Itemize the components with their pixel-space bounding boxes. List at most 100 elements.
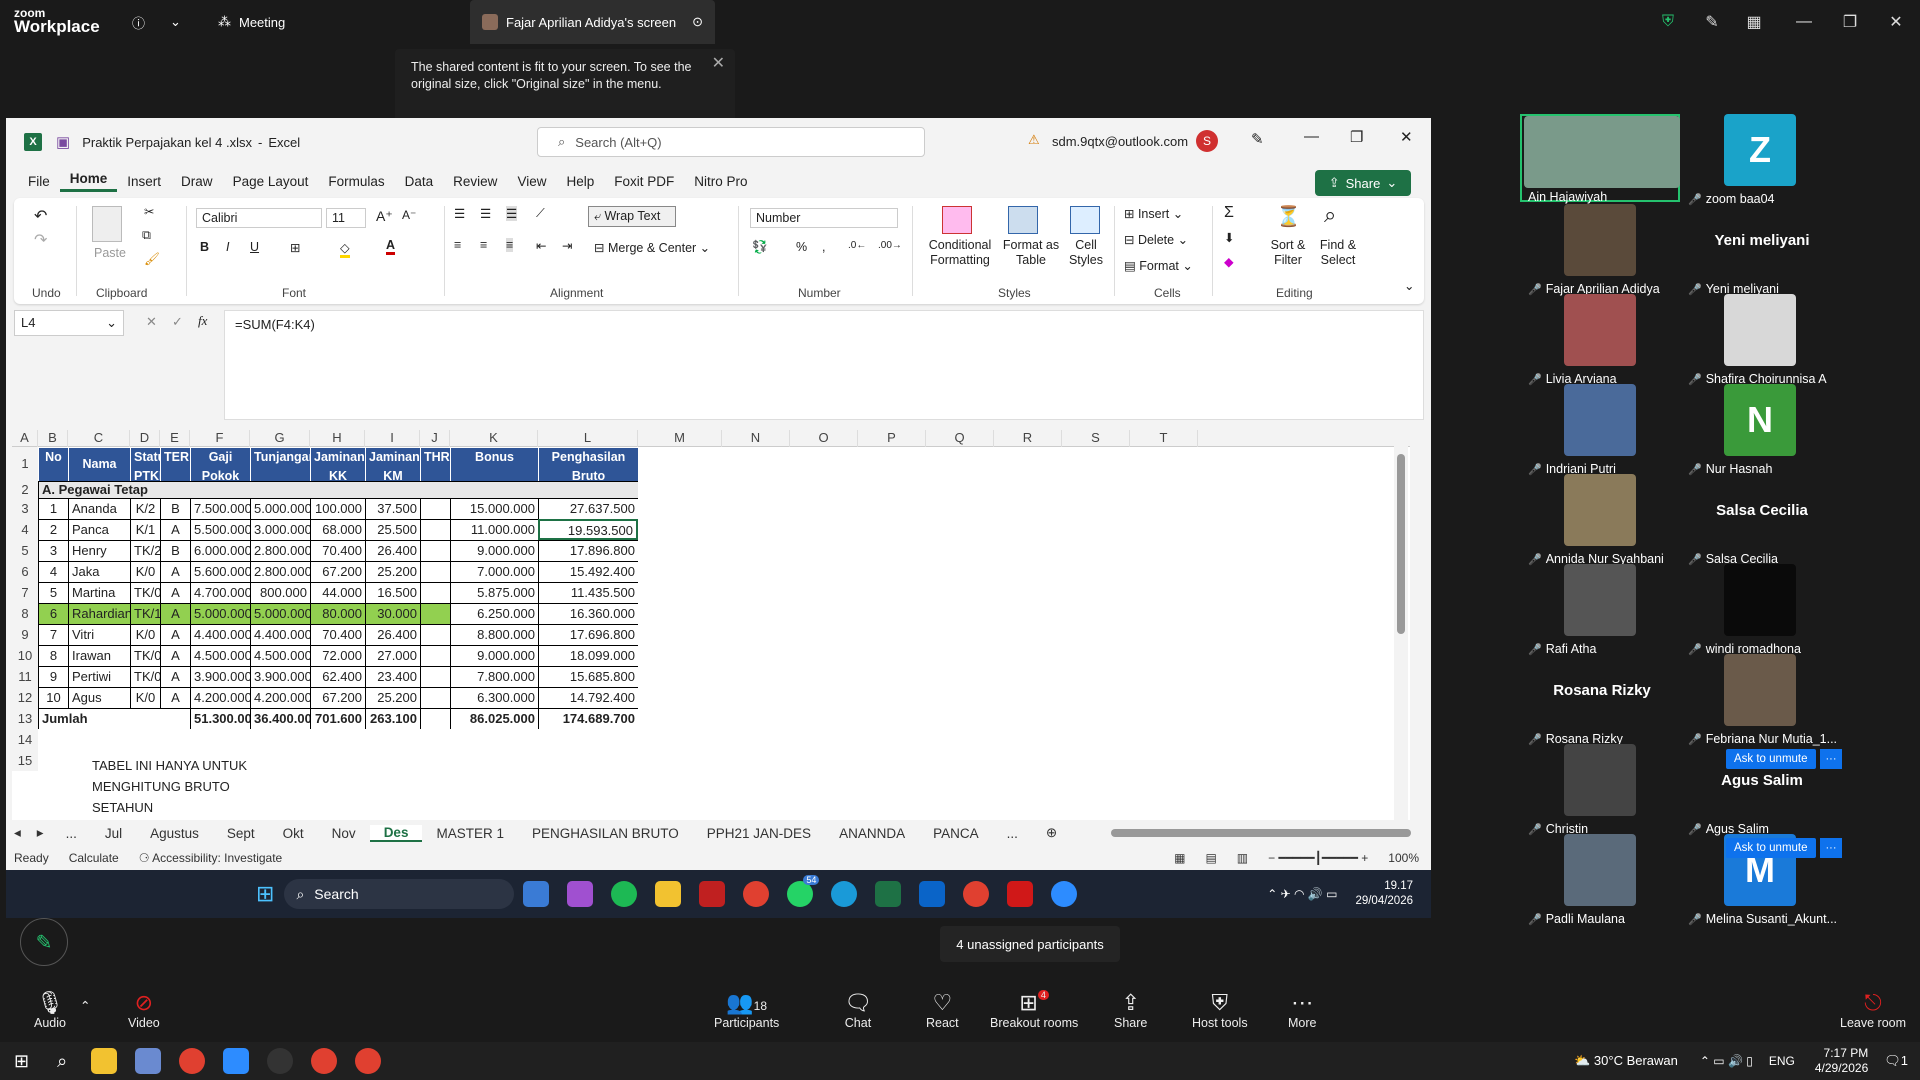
row-header[interactable]: 8 <box>12 603 38 624</box>
cell[interactable]: K/0 <box>130 561 160 582</box>
page-break-icon[interactable]: ▥ <box>1237 851 1248 865</box>
shield-icon[interactable]: ⛨ <box>1646 0 1690 44</box>
minimize-icon[interactable]: — <box>1304 128 1319 145</box>
row-header[interactable]: 2 <box>12 481 38 498</box>
insert-cells-button[interactable]: ⊞ Insert ⌄ <box>1124 206 1183 221</box>
cell[interactable]: Gaji Pokok <box>190 447 250 481</box>
cell[interactable]: 5.000.000 <box>250 603 310 624</box>
sheet-tab-anannda[interactable]: ANANNDA <box>825 826 919 841</box>
zoom-level[interactable]: 100% <box>1388 851 1419 865</box>
cell[interactable]: 7 <box>38 624 68 645</box>
layout-icon[interactable]: ▦ <box>1732 0 1776 44</box>
cell[interactable]: 86.025.000 <box>450 708 538 729</box>
maximize-icon[interactable]: ❐ <box>1828 0 1872 44</box>
cell[interactable]: 15.000.000 <box>450 498 538 519</box>
vertical-scrollbar[interactable] <box>1394 430 1408 820</box>
bold-icon[interactable]: B <box>200 240 209 254</box>
align-center-icon[interactable]: ≡ <box>480 238 487 252</box>
cell[interactable]: 4.700.000 <box>190 582 250 603</box>
host-tools-button[interactable]: ⛨ Host tools <box>1192 990 1248 1030</box>
row-header[interactable]: 13 <box>12 708 38 729</box>
clock[interactable]: 7:17 PM 4/29/2026 <box>1815 1046 1868 1076</box>
fill-color-icon[interactable]: ◇ <box>340 240 350 258</box>
column-header[interactable]: G <box>250 430 310 447</box>
cell[interactable]: 15.685.800 <box>538 666 638 687</box>
cell[interactable]: K/1 <box>130 519 160 540</box>
spreadsheet-grid[interactable]: ABCDEFGHIJKLMNOPQRST 1 2 3 4 5 6 7 8 9 10 11 12 13 14… <box>12 430 1410 820</box>
column-header[interactable]: B <box>38 430 68 447</box>
annotate-pen-icon[interactable]: ✎ <box>20 918 68 966</box>
react-button[interactable]: ♡ React <box>926 990 959 1030</box>
cell[interactable]: 16.500 <box>365 582 420 603</box>
cell[interactable]: 2.800.000 <box>250 540 310 561</box>
cell[interactable]: 25.500 <box>365 519 420 540</box>
cell[interactable]: 4.400.000 <box>190 624 250 645</box>
cell[interactable]: 174.689.700 <box>538 708 638 729</box>
sheet-tab-sept[interactable]: Sept <box>213 826 269 841</box>
cell[interactable]: 8 <box>38 645 68 666</box>
sheet-tab-panca[interactable]: PANCA <box>919 826 993 841</box>
decrease-decimal-icon[interactable]: .00→ <box>878 240 902 251</box>
chrome-icon-3[interactable] <box>355 1048 382 1074</box>
info-icon[interactable]: ⓘ <box>132 0 145 44</box>
format-table-button[interactable]: Format as Table <box>1000 238 1062 268</box>
cell[interactable]: Henry <box>68 540 130 561</box>
cell[interactable]: K/2 <box>130 498 160 519</box>
cell[interactable]: 7.000.000 <box>450 561 538 582</box>
participant-tile[interactable]: 🎤 Christin <box>1522 744 1682 836</box>
chevron-down-icon[interactable]: ⌄ <box>1386 175 1397 191</box>
cell[interactable]: 3.900.000 <box>250 666 310 687</box>
cell[interactable]: 10 <box>38 687 68 708</box>
cell[interactable]: 100.000 <box>310 498 365 519</box>
cell[interactable]: 17.696.800 <box>538 624 638 645</box>
cell[interactable]: Jaminan KM <box>365 447 420 481</box>
cell[interactable]: 1 <box>38 498 68 519</box>
cell[interactable]: Jaminan KK <box>310 447 365 481</box>
warning-icon[interactable]: ⚠ <box>1028 132 1040 148</box>
font-color-icon[interactable]: A <box>386 238 396 255</box>
align-top-icon[interactable]: ☰ <box>454 206 465 221</box>
paste-icon[interactable] <box>92 206 122 242</box>
cell[interactable]: TK/2 <box>130 540 160 561</box>
cell[interactable]: 25.200 <box>365 687 420 708</box>
column-header[interactable]: A <box>12 430 38 447</box>
conditional-formatting-icon[interactable] <box>942 206 972 234</box>
orientation-icon[interactable]: ⟋ <box>536 206 545 221</box>
participant-tile[interactable]: Ain Hajawiyah <box>1520 114 1680 204</box>
next-sheet-icon[interactable]: ▸ <box>29 825 52 841</box>
cell[interactable]: TER <box>160 447 190 481</box>
cell[interactable]: 6.250.000 <box>450 603 538 624</box>
tab-file[interactable]: File <box>18 174 60 189</box>
cell[interactable] <box>420 624 450 645</box>
whatsapp-icon[interactable]: 54 <box>787 875 820 907</box>
restore-icon[interactable]: ❐ <box>1350 128 1363 146</box>
cell[interactable]: Status PTKP <box>130 447 160 481</box>
cell[interactable]: 8.800.000 <box>450 624 538 645</box>
cell[interactable]: TK/0 <box>130 645 160 666</box>
cell[interactable]: 72.000 <box>310 645 365 666</box>
sheet-tab-nov[interactable]: Nov <box>318 826 370 841</box>
participants-button[interactable]: 👥18 Participants <box>714 990 779 1030</box>
paste-label[interactable]: Paste <box>94 246 126 260</box>
borders-icon[interactable]: ⊞ <box>290 240 300 255</box>
leave-room-button[interactable]: ⎋ Leave room <box>1840 990 1906 1030</box>
cell[interactable]: 30.000 <box>365 603 420 624</box>
cell[interactable]: 9.000.000 <box>450 540 538 561</box>
cell[interactable]: Bonus <box>450 447 538 481</box>
align-middle-icon[interactable]: ☰ <box>480 206 491 221</box>
weather-widget[interactable]: ⛅ 30°C Berawan <box>1574 1053 1678 1069</box>
participant-tile[interactable]: 🎤 Fajar Aprilian Adidya <box>1522 204 1682 296</box>
cell[interactable]: 3 <box>38 540 68 561</box>
cell-styles-button[interactable]: Cell Styles <box>1066 238 1106 268</box>
column-header[interactable]: H <box>310 430 365 447</box>
clear-icon[interactable]: ◆ <box>1224 254 1234 269</box>
find-icon[interactable]: ⌕ <box>1324 202 1336 228</box>
row-header[interactable]: 5 <box>12 540 38 561</box>
copilot-icon[interactable] <box>567 881 594 907</box>
meeting-tab[interactable]: ⁂ Meeting <box>218 0 285 44</box>
cell[interactable]: 26.400 <box>365 540 420 561</box>
inner-clock[interactable]: 19.17 29/04/2026 <box>1355 879 1413 909</box>
cell[interactable]: Panca <box>68 519 130 540</box>
row-header[interactable]: 11 <box>12 666 38 687</box>
column-header[interactable]: F <box>190 430 250 447</box>
